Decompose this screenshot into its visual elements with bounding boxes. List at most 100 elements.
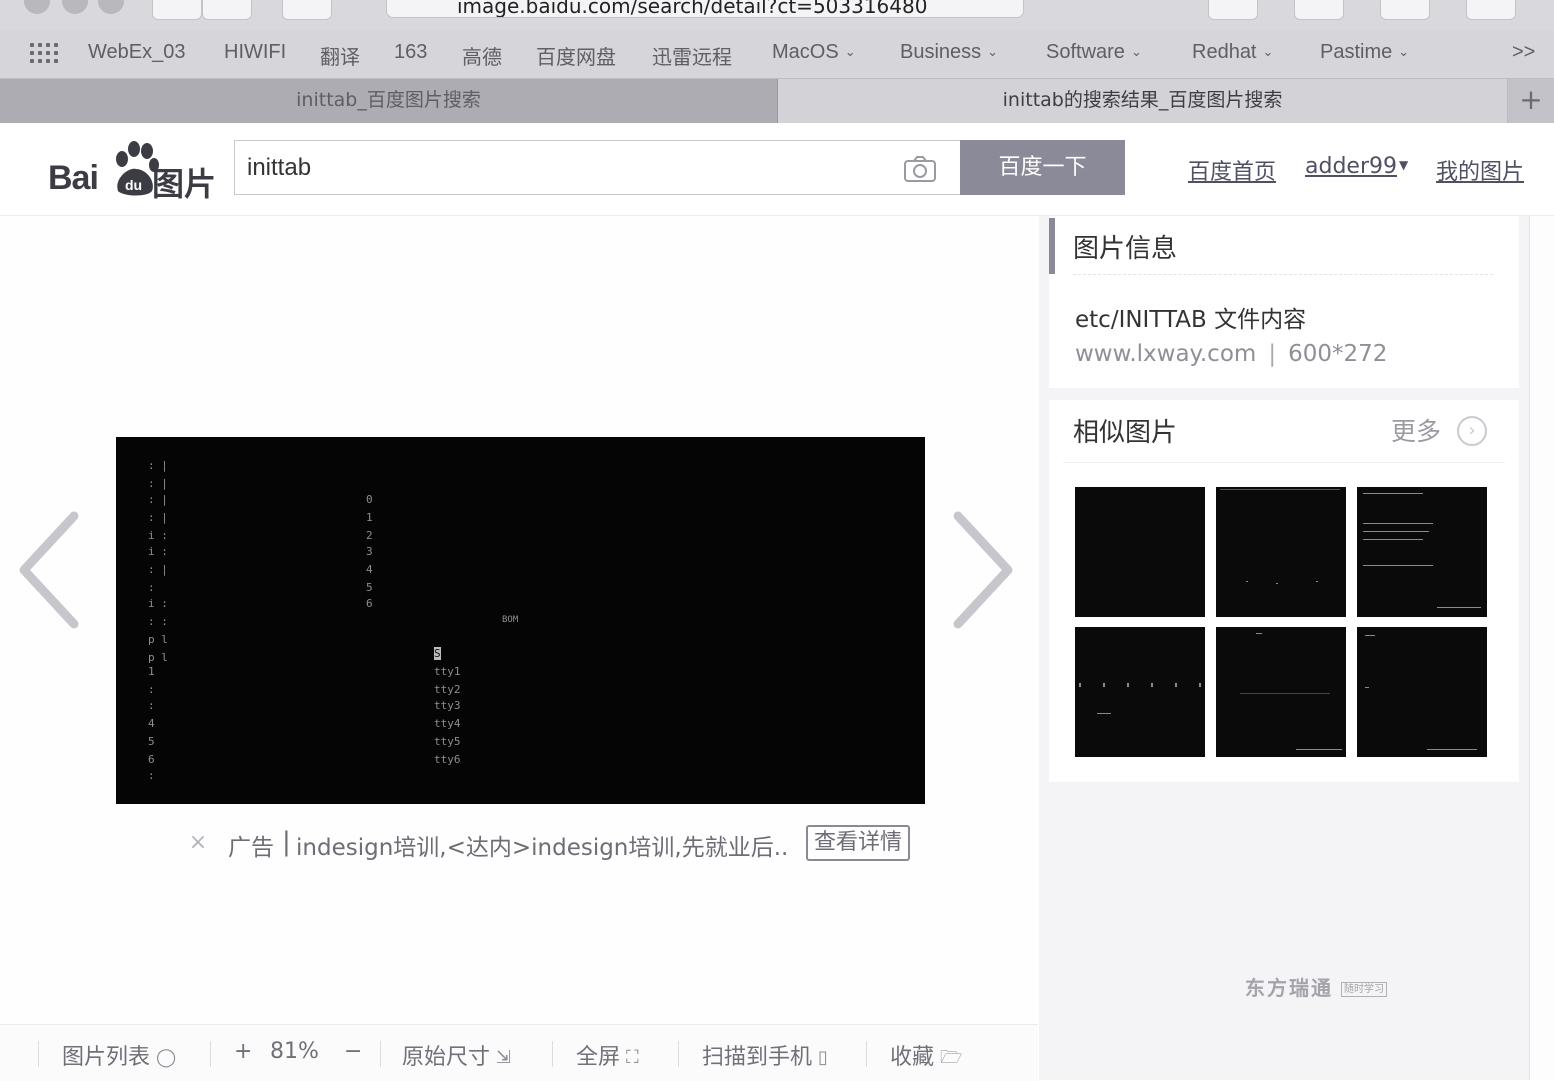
bookmark-folder-macos[interactable]: MacOS ⌄: [772, 41, 856, 64]
bookmark-baidu-pan[interactable]: 百度网盘: [536, 41, 616, 70]
favorite-button[interactable]: 收藏 🗁: [890, 1039, 962, 1075]
logo-text: Bai: [48, 159, 99, 197]
minimize-window-button[interactable]: [62, 0, 88, 14]
image-list-label: 图片列表: [62, 1045, 151, 1070]
bookmark-folder-label: Pastime: [1320, 41, 1393, 63]
terminal-text: 4: [366, 563, 373, 576]
back-button[interactable]: [152, 0, 202, 20]
watermark-logo: 东方瑞通 随时学习: [1245, 972, 1387, 1001]
bookmark-gaode[interactable]: 高德: [462, 41, 502, 70]
image-info-title: 图片信息: [1073, 234, 1178, 264]
tab-overview-button[interactable]: [1380, 0, 1430, 20]
viewer-toolbar: 图片列表 ◯ + 81% − 原始尺寸 ⇲ 全屏 ⛶ 扫描到手机 ▯ 收藏 🗁: [0, 1024, 1038, 1081]
bookmark-folder-label: MacOS: [772, 41, 839, 63]
new-tab-button[interactable]: +: [1508, 79, 1554, 123]
terminal-text: tty6: [434, 753, 461, 766]
scan-to-phone-label: 扫描到手机: [702, 1045, 813, 1070]
meta-separator: |: [1268, 341, 1277, 367]
search-input[interactable]: [245, 147, 889, 189]
image-meta: www.lxway.com | 600*272: [1075, 341, 1387, 367]
downloads-button[interactable]: [1294, 0, 1344, 20]
bookmarks-bar: WebEx_03 HIWIFI 翻译 163 高德 百度网盘 迅雷远程 MacO…: [0, 30, 1554, 79]
terminal-text: 5: [366, 581, 373, 594]
tab-inittab-search[interactable]: inittab_百度图片搜索: [0, 79, 778, 123]
window-titlebar: image.baidu.com/search/detail?ct=5033164…: [0, 0, 1554, 30]
zoom-in-button[interactable]: +: [234, 1039, 252, 1064]
bookmark-folder-business[interactable]: Business ⌄: [900, 41, 998, 64]
baidu-home-link[interactable]: 百度首页: [1188, 154, 1276, 186]
tab-strip: inittab_百度图片搜索 inittab的搜索结果_百度图片搜索 +: [0, 79, 1554, 123]
similar-thumbnail[interactable]: [1357, 487, 1487, 617]
fullscreen-button[interactable]: 全屏 ⛶: [576, 1039, 639, 1071]
original-size-label: 原始尺寸: [402, 1045, 491, 1070]
similar-thumbnail[interactable]: [1075, 487, 1205, 617]
ad-link[interactable]: indesign培训,<达内>indesign培训,先就业后...: [296, 828, 786, 862]
bookmark-translate[interactable]: 翻译: [320, 41, 360, 70]
close-window-button[interactable]: [24, 0, 50, 14]
similar-images-card: 相似图片 更多 ›: [1049, 400, 1519, 782]
forward-button[interactable]: [202, 0, 252, 20]
preview-image[interactable]: : | : | : | : | i : i : : | : i : : : p …: [116, 437, 925, 804]
more-similar-link[interactable]: 更多: [1391, 412, 1441, 448]
terminal-text: 6: [366, 597, 373, 610]
image-description[interactable]: etc/INITTAB 文件内容: [1075, 300, 1306, 334]
address-bar[interactable]: image.baidu.com/search/detail?ct=5033164…: [386, 0, 1024, 18]
bookmarks-overflow-button[interactable]: >>: [1512, 41, 1535, 64]
close-ad-icon[interactable]: ×: [186, 831, 210, 855]
my-pictures-link[interactable]: 我的图片: [1436, 154, 1524, 186]
username: adder99: [1305, 154, 1397, 179]
scan-to-phone-button[interactable]: 扫描到手机 ▯: [702, 1039, 828, 1071]
terminal-text: 2: [366, 529, 373, 542]
zoom-out-button[interactable]: −: [344, 1039, 362, 1064]
bookmark-webex[interactable]: WebEx_03: [88, 41, 185, 64]
bookmark-folder-redhat[interactable]: Redhat ⌄: [1192, 41, 1273, 64]
bookmark-hiwifi[interactable]: HIWIFI: [224, 41, 286, 64]
image-dimensions: 600*272: [1288, 341, 1388, 367]
panel-edge: [1529, 216, 1554, 1080]
accent-bar: [1049, 218, 1055, 274]
bookmark-folder-label: Redhat: [1192, 41, 1257, 63]
tab-inittab-results[interactable]: inittab的搜索结果_百度图片搜索: [778, 79, 1507, 123]
similar-thumbnail[interactable]: [1216, 627, 1346, 757]
logo-du-text: du: [125, 177, 142, 193]
terminal-text: BOM: [502, 615, 519, 625]
similar-thumbnail[interactable]: [1216, 487, 1346, 617]
terminal-text: 1: [366, 511, 373, 524]
ad-details-button[interactable]: 查看详情: [806, 825, 910, 861]
similar-thumbnail[interactable]: [1075, 627, 1205, 757]
divider: [210, 1041, 211, 1067]
prev-image-arrow-icon[interactable]: [14, 510, 84, 630]
bookmark-xunlei[interactable]: 迅雷远程: [652, 41, 732, 70]
new-window-button[interactable]: [1466, 0, 1516, 20]
search-button[interactable]: 百度一下: [960, 140, 1125, 195]
camera-icon[interactable]: [903, 155, 937, 183]
bookmark-folder-pastime[interactable]: Pastime ⌄: [1320, 41, 1409, 64]
expand-icon: ⇲: [496, 1047, 512, 1068]
fullscreen-label: 全屏: [576, 1045, 621, 1070]
zoom-window-button[interactable]: [98, 0, 124, 14]
bookmark-folder-software[interactable]: Software ⌄: [1046, 41, 1142, 64]
bookmark-163[interactable]: 163: [394, 41, 427, 64]
next-image-arrow-icon[interactable]: [948, 510, 1018, 630]
user-menu[interactable]: adder99 ▼: [1305, 154, 1408, 179]
image-list-button[interactable]: 图片列表 ◯: [62, 1039, 176, 1071]
bookmark-folder-label: Business: [900, 41, 982, 63]
chevron-right-icon[interactable]: ›: [1457, 416, 1487, 446]
source-link[interactable]: www.lxway.com: [1075, 341, 1256, 367]
terminal-text: tty5: [434, 735, 461, 748]
watermark-text: 东方瑞通: [1245, 976, 1333, 1000]
similar-thumbnail[interactable]: [1357, 627, 1487, 757]
chevron-down-icon: ⌄: [844, 44, 856, 59]
bookmark-folder-label: Software: [1046, 41, 1125, 63]
logo-suffix: 图片: [152, 165, 217, 203]
image-viewer: : | : | : | : | i : i : : | : i : : : p …: [0, 216, 1038, 1024]
similar-images-title: 相似图片: [1073, 418, 1178, 448]
folder-icon: 🗁: [940, 1047, 963, 1068]
apps-grid-icon[interactable]: [30, 43, 58, 65]
divider: [552, 1041, 553, 1067]
baidu-header: Bai du 图片 百度一下 百度首页 adder99▼ 我的图片: [0, 123, 1554, 216]
sidebar-button[interactable]: [282, 0, 332, 20]
original-size-button[interactable]: 原始尺寸 ⇲: [402, 1039, 511, 1071]
share-button[interactable]: [1208, 0, 1258, 20]
fullscreen-icon: ⛶: [626, 1047, 639, 1068]
